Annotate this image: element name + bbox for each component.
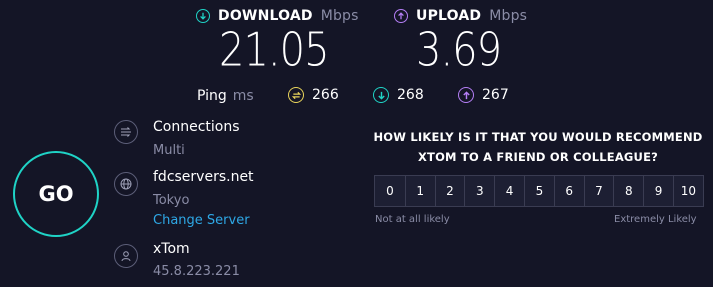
scale-option-10[interactable]: 10 <box>672 176 703 206</box>
upload-latency-icon <box>458 87 474 103</box>
upload-header: UPLOAD Mbps <box>394 8 527 24</box>
scale-option-5[interactable]: 5 <box>523 176 554 206</box>
scale-option-0[interactable]: 0 <box>375 176 405 206</box>
connections-value[interactable]: Multi <box>153 143 185 158</box>
scale-option-4[interactable]: 4 <box>494 176 524 206</box>
upload-arrow-icon <box>394 9 408 23</box>
scale-low-label: Not at all likely <box>375 214 450 225</box>
ping-idle-value: 266 <box>312 87 339 103</box>
scale-option-7[interactable]: 7 <box>583 176 614 206</box>
connections-title: Connections <box>153 119 240 135</box>
server-location: Tokyo <box>153 193 190 208</box>
user-icon <box>114 244 138 268</box>
ping-idle: 266 <box>288 87 339 103</box>
ping-label: Ping <box>197 88 227 104</box>
go-button[interactable]: GO <box>13 151 99 237</box>
scale-option-3[interactable]: 3 <box>464 176 495 206</box>
server-title: fdcservers.net <box>153 169 254 185</box>
ping-download: 268 <box>373 87 424 103</box>
scale-option-1[interactable]: 1 <box>404 176 435 206</box>
scale-option-6[interactable]: 6 <box>553 176 584 206</box>
recommend-scale: 0 1 2 3 4 5 6 7 8 9 10 <box>374 175 704 207</box>
survey-question-line2: XTOM TO A FRIEND OR COLLEAGUE? <box>417 150 659 164</box>
ping-download-value: 268 <box>397 87 424 103</box>
change-server-link[interactable]: Change Server <box>153 213 250 228</box>
scale-option-8[interactable]: 8 <box>613 176 644 206</box>
scale-option-2[interactable]: 2 <box>434 176 465 206</box>
upload-value: 3.69 <box>416 24 502 77</box>
download-label: DOWNLOAD <box>218 8 313 24</box>
survey-question: HOW LIKELY IS IT THAT YOU WOULD RECOMMEN… <box>368 127 708 167</box>
download-value: 21.05 <box>219 24 330 77</box>
upload-label: UPLOAD <box>416 8 482 24</box>
download-unit: Mbps <box>320 8 359 24</box>
ping-upload-value: 267 <box>482 87 509 103</box>
survey-question-line1: HOW LIKELY IS IT THAT YOU WOULD RECOMMEN… <box>373 130 703 144</box>
ping-upload: 267 <box>458 87 509 103</box>
ping-unit: ms <box>232 88 254 104</box>
globe-icon <box>114 172 138 196</box>
upload-unit: Mbps <box>489 8 528 24</box>
provider-title: xTom <box>153 241 190 257</box>
ping-label-group: Ping ms <box>197 88 254 104</box>
idle-latency-icon <box>288 87 304 103</box>
connections-icon <box>114 120 138 144</box>
provider-ip: 45.8.223.221 <box>153 264 240 279</box>
download-header: DOWNLOAD Mbps <box>196 8 359 24</box>
download-arrow-icon <box>196 9 210 23</box>
download-latency-icon <box>373 87 389 103</box>
scale-high-label: Extremely Likely <box>614 214 697 225</box>
scale-option-9[interactable]: 9 <box>643 176 673 206</box>
